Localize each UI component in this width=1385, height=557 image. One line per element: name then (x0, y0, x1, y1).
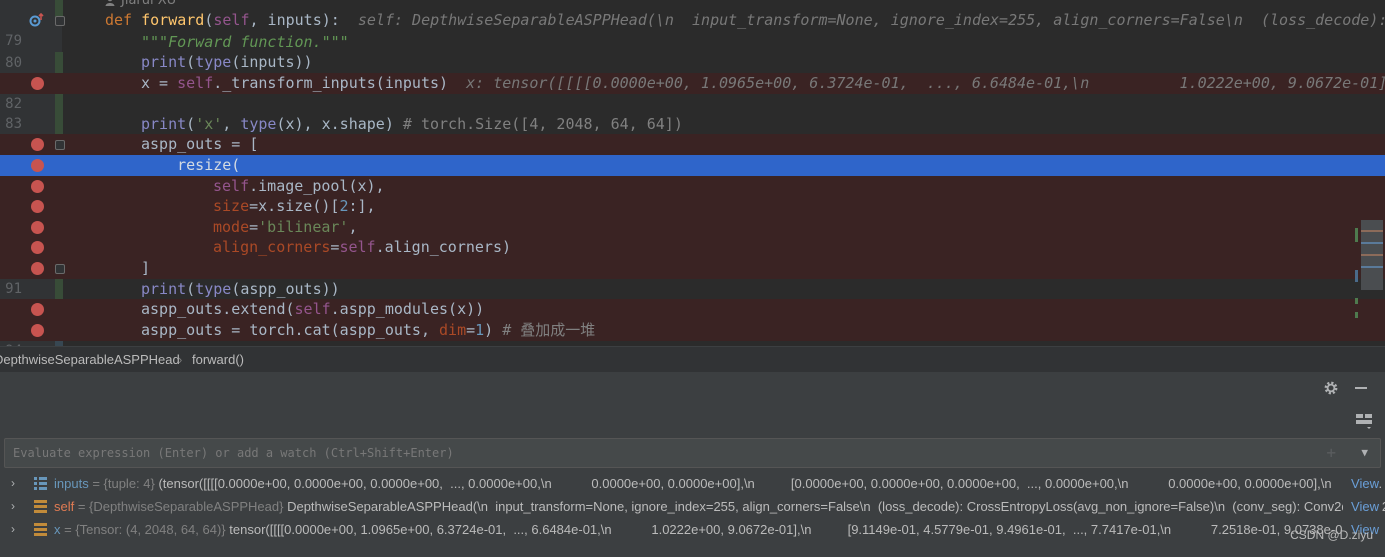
code-editor[interactable]: Jiarui XU 79 def forward(self, inputs): … (0, 0, 1385, 346)
chevron-right-icon[interactable]: › (11, 495, 15, 518)
code-text: print(type(inputs)) (141, 53, 313, 71)
breakpoint-icon[interactable] (31, 241, 44, 254)
code-text: resize( (141, 156, 241, 174)
code-line[interactable]: 84 print('x', type(x), x.shape) # torch.… (0, 114, 1385, 153)
variable-row[interactable]: › x = {Tensor: (4, 2048, 64, 64)} tensor… (0, 518, 1385, 541)
code-text: aspp_outs = torch.cat(aspp_outs, dim=1) … (141, 321, 596, 339)
author-name: Jiarui XU (121, 0, 177, 8)
breakpoint-icon[interactable] (31, 221, 44, 234)
code-text: print(type(aspp_outs)) (141, 280, 340, 298)
code-text: def forward(self, inputs): self: Depthwi… (105, 10, 1385, 31)
code-text: mode='bilinear', (213, 218, 358, 236)
breadcrumb: DepthwiseSeparableASPPHead › forward() (0, 346, 1385, 372)
breakpoint-icon[interactable] (31, 303, 44, 316)
code-line[interactable]: 79 def forward(self, inputs): self: Dept… (0, 10, 1385, 49)
code-author-annotation: Jiarui XU (105, 0, 176, 8)
breakpoint-icon[interactable] (31, 159, 44, 172)
chevron-right-icon[interactable]: › (11, 518, 15, 541)
gear-icon[interactable] (1323, 380, 1339, 396)
code-text: ] (141, 259, 151, 277)
inline-debug-value: x: tensor([[[[0.0000e+00, 1.0965e+00, 6.… (466, 74, 1385, 92)
inline-debug-value: self: DepthwiseSeparableASPPHead(\n inpu… (357, 11, 1385, 29)
breakpoint-icon[interactable] (31, 77, 44, 90)
code-line[interactable]: 81 print(type(inputs)) (0, 52, 1385, 91)
code-line-breakpoint[interactable]: 89 mode='bilinear', (0, 217, 1385, 256)
code-line-breakpoint[interactable]: 91 ] (0, 258, 1385, 297)
code-text: aspp_outs = [ (141, 135, 259, 153)
object-icon (34, 500, 47, 513)
breakpoint-icon[interactable] (31, 138, 44, 151)
code-line[interactable]: 80 """Forward function.""" (0, 32, 1385, 71)
code-text: align_corners=self.align_corners) (213, 238, 512, 256)
view-link[interactable]: View (1343, 495, 1379, 518)
code-text: print('x', type(x), x.shape) # torch.Siz… (141, 115, 683, 133)
list-icon (34, 477, 47, 490)
add-watch-icon[interactable]: + (1326, 439, 1336, 467)
code-text: aspp_outs.extend(self.aspp_modules(x)) (141, 300, 485, 318)
breakpoint-icon[interactable] (31, 200, 44, 213)
variable-text: inputs = {tuple: 4} (tensor([[[[0.0000e+… (54, 476, 1383, 491)
code-line-breakpoint[interactable]: 88 size=x.size()[2:], (0, 196, 1385, 235)
evaluate-expression-input[interactable]: Evaluate expression (Enter) or add a wat… (4, 438, 1381, 468)
layout-icon[interactable] (1355, 412, 1373, 430)
fold-icon[interactable] (55, 16, 65, 26)
minimize-icon[interactable] (1353, 380, 1369, 396)
variable-text: x = {Tensor: (4, 2048, 64, 64)} tensor([… (54, 522, 1385, 537)
fold-icon[interactable] (55, 140, 65, 150)
override-method-icon[interactable] (29, 13, 45, 27)
code-text: size=x.size()[2:], (213, 197, 376, 215)
code-line-breakpoint[interactable]: 90 align_corners=self.align_corners) (0, 237, 1385, 276)
fold-icon[interactable] (55, 264, 65, 274)
code-text: x = self._transform_inputs(inputs) x: te… (141, 73, 1385, 94)
code-line-breakpoint[interactable]: 94 aspp_outs = torch.cat(aspp_outs, dim=… (0, 320, 1385, 346)
variable-row[interactable]: › inputs = {tuple: 4} (tensor([[[[0.0000… (0, 472, 1385, 495)
user-icon (105, 0, 115, 6)
breadcrumb-separator-icon: › (178, 352, 183, 367)
code-line-current-execution[interactable]: 86 resize( (0, 155, 1385, 194)
breakpoint-icon[interactable] (31, 180, 44, 193)
watermark: CSDN @D.ziyu (1290, 528, 1373, 542)
code-text: """Forward function.""" (141, 33, 349, 51)
variable-text: self = {DepthwiseSeparableASPPHead} Dept… (54, 499, 1385, 514)
error-stripe-scrollbar[interactable] (1355, 220, 1385, 330)
code-text: self.image_pool(x), (213, 177, 385, 195)
breakpoint-icon[interactable] (31, 324, 44, 337)
breadcrumb-method[interactable]: forward() (192, 347, 244, 373)
breakpoint-icon[interactable] (31, 262, 44, 275)
eval-placeholder: Evaluate expression (Enter) or add a wat… (13, 446, 454, 460)
code-line[interactable]: 92 print(type(aspp_outs)) (0, 279, 1385, 318)
breadcrumb-class[interactable]: DepthwiseSeparableASPPHead (0, 347, 180, 373)
chevron-down-icon[interactable]: ▼ (1361, 439, 1368, 467)
debugger-variables-panel: Evaluate expression (Enter) or add a wat… (0, 372, 1385, 557)
object-icon (34, 523, 47, 536)
view-link[interactable]: View (1343, 472, 1379, 495)
chevron-right-icon[interactable]: › (11, 472, 15, 495)
code-line-breakpoint[interactable]: 87 self.image_pool(x), (0, 176, 1385, 215)
code-line-breakpoint[interactable]: 82 x = self._transform_inputs(inputs) x:… (0, 73, 1385, 112)
code-line-breakpoint[interactable]: 93 aspp_outs.extend(self.aspp_modules(x)… (0, 299, 1385, 338)
variable-row[interactable]: › self = {DepthwiseSeparableASPPHead} De… (0, 495, 1385, 518)
code-line[interactable]: 83 (0, 93, 1385, 132)
code-line-breakpoint[interactable]: 85 aspp_outs = [ (0, 134, 1385, 173)
